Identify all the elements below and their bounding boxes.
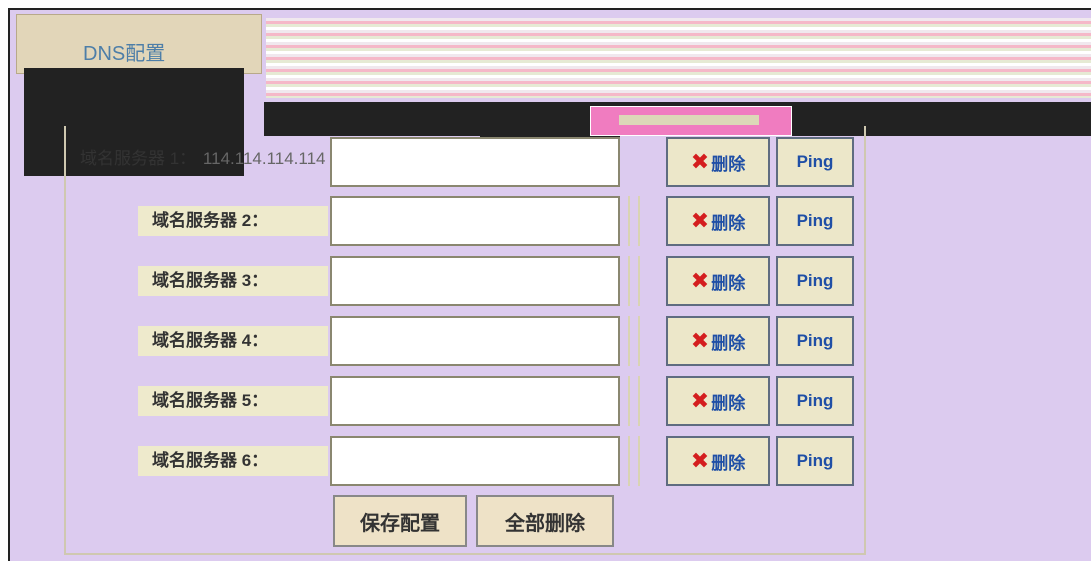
delete-button-1[interactable]: ✖ 删除 xyxy=(666,137,770,187)
server-label-3: 域名服务器 3： xyxy=(138,266,328,296)
ping-button-1[interactable]: Ping xyxy=(776,137,854,187)
server-5-input[interactable] xyxy=(330,376,620,426)
delete-all-button[interactable]: 全部删除 xyxy=(476,495,614,547)
separator xyxy=(628,436,640,486)
server-label-4: 域名服务器 4： xyxy=(138,326,328,356)
ping-button-4[interactable]: Ping xyxy=(776,316,854,366)
panel-border xyxy=(64,553,866,555)
close-icon: ✖ xyxy=(690,149,710,174)
close-icon: ✖ xyxy=(690,268,710,293)
decoration-bar xyxy=(619,115,759,125)
delete-button-6[interactable]: ✖ 删除 xyxy=(666,436,770,486)
close-icon: ✖ xyxy=(690,328,710,353)
server-1-input[interactable] xyxy=(330,137,620,187)
server-row-1-summary: 域名服务器 1： 114.114.114.114 xyxy=(80,144,326,174)
title-bar-decoration xyxy=(266,18,1091,98)
ping-button-2[interactable]: Ping xyxy=(776,196,854,246)
delete-button-2[interactable]: ✖ 删除 xyxy=(666,196,770,246)
delete-button-3[interactable]: ✖ 删除 xyxy=(666,256,770,306)
close-icon: ✖ xyxy=(690,448,710,473)
close-icon: ✖ xyxy=(690,208,710,233)
server-label-2: 域名服务器 2： xyxy=(138,206,328,236)
ping-button-3[interactable]: Ping xyxy=(776,256,854,306)
close-icon: ✖ xyxy=(690,388,710,413)
server-value-1: 114.114.114.114 xyxy=(202,149,326,168)
ping-button-6[interactable]: Ping xyxy=(776,436,854,486)
delete-button-4[interactable]: ✖ 删除 xyxy=(666,316,770,366)
server-2-input[interactable] xyxy=(330,196,620,246)
server-3-input[interactable] xyxy=(330,256,620,306)
panel-title: DNS配置 xyxy=(83,43,166,65)
server-label-6: 域名服务器 6： xyxy=(138,446,328,476)
save-config-button[interactable]: 保存配置 xyxy=(333,495,467,547)
separator xyxy=(628,316,640,366)
server-6-input[interactable] xyxy=(330,436,620,486)
separator xyxy=(628,376,640,426)
delete-button-5[interactable]: ✖ 删除 xyxy=(666,376,770,426)
server-label-5: 域名服务器 5： xyxy=(138,386,328,416)
separator xyxy=(628,256,640,306)
panel-title-tab: DNS配置 xyxy=(16,14,262,74)
server-4-input[interactable] xyxy=(330,316,620,366)
server-label-1: 域名服务器 1： xyxy=(80,149,197,168)
separator xyxy=(628,196,640,246)
ping-button-5[interactable]: Ping xyxy=(776,376,854,426)
